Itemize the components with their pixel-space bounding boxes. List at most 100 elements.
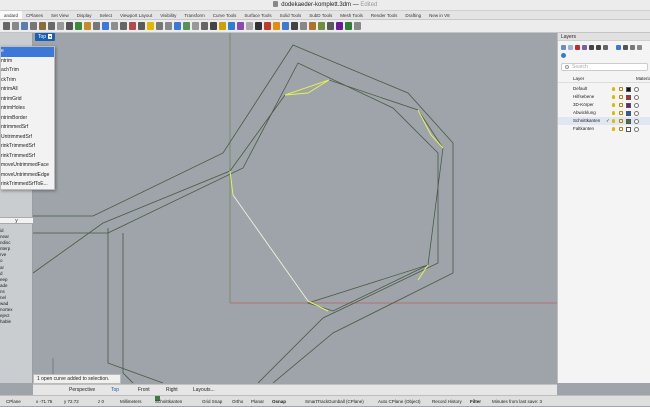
lock-icon[interactable] — [619, 127, 623, 131]
toolbar-tab[interactable]: CPlanes — [22, 11, 47, 19]
tool-icon[interactable] — [354, 22, 361, 30]
tool-icon[interactable] — [192, 22, 199, 30]
menu-item[interactable]: e — [1, 47, 54, 57]
layer-color-swatch[interactable] — [626, 102, 631, 108]
tool-icon[interactable] — [102, 22, 109, 30]
tool-icon[interactable] — [75, 22, 82, 30]
tool-icon[interactable] — [156, 22, 163, 30]
layer-row[interactable]: Faltkanten — [558, 125, 650, 133]
toolbar-tab[interactable]: Mesh Tools — [336, 11, 367, 19]
visibility-bulb-icon[interactable] — [612, 119, 615, 123]
layer-row[interactable]: Hilfsebene — [558, 93, 650, 101]
command-list-item[interactable]: hable — [0, 319, 33, 325]
tool-icon[interactable] — [336, 22, 343, 30]
toolbar-tab[interactable]: Surface Tools — [240, 11, 275, 19]
layer-color-swatch[interactable] — [626, 94, 631, 100]
status-toggle[interactable]: Auto CPlane (Object) — [378, 396, 421, 407]
tool-icon[interactable] — [210, 22, 217, 30]
help-icon[interactable] — [561, 53, 566, 58]
tool-icon[interactable] — [84, 22, 91, 30]
toolbar-tab[interactable]: Viewport Layout — [116, 11, 156, 19]
material-icon[interactable] — [634, 94, 639, 100]
tool-icon[interactable] — [318, 22, 325, 30]
layer-search-input[interactable]: Search — [561, 63, 648, 71]
tool-icon[interactable] — [147, 22, 154, 30]
cplane-label[interactable]: CPlane — [6, 396, 21, 407]
layer-row[interactable]: 3D-Körper — [558, 101, 650, 109]
more-icon[interactable] — [637, 45, 642, 50]
tool-icon[interactable] — [48, 22, 55, 30]
tool-icon[interactable] — [345, 22, 352, 30]
tool-icon[interactable] — [291, 22, 298, 30]
material-icon[interactable] — [634, 86, 639, 92]
viewport-label[interactable]: Top ▾ — [35, 33, 56, 41]
tool-icon[interactable] — [273, 22, 280, 30]
delete-layer-icon[interactable] — [575, 45, 580, 50]
tool-icon[interactable] — [327, 22, 334, 30]
visibility-bulb-icon[interactable] — [612, 103, 615, 107]
layer-row[interactable]: Schnittkanten ✓ — [558, 117, 650, 125]
toolbar-tab[interactable]: Solid Tools — [276, 11, 306, 19]
visibility-bulb-icon[interactable] — [612, 111, 615, 115]
visibility-bulb-icon[interactable] — [612, 95, 615, 99]
toolbar-tab[interactable]: Render Tools — [367, 11, 401, 19]
viewport-dropdown-icon[interactable]: ▾ — [48, 34, 53, 39]
move-up-icon[interactable] — [589, 45, 594, 50]
sort-icon[interactable] — [630, 45, 635, 50]
toolbar-tab[interactable]: New in V8 — [425, 11, 454, 19]
status-toggle[interactable]: Filter — [470, 396, 481, 407]
tool-icon[interactable] — [300, 22, 307, 30]
menu-item[interactable]: ntrimBorder — [1, 114, 54, 124]
menu-item[interactable]: rinkTrimmedSrfToE... — [1, 180, 54, 190]
tool-icon[interactable] — [66, 22, 73, 30]
tool-icon[interactable] — [30, 22, 37, 30]
status-toggle[interactable]: Ortho — [232, 396, 243, 407]
layer-color-swatch[interactable] — [626, 86, 631, 92]
tool-icon[interactable] — [129, 22, 136, 30]
lock-icon[interactable] — [619, 119, 623, 123]
tool-icon[interactable] — [309, 22, 316, 30]
status-toggle[interactable]: Gumball (CPlane) — [328, 396, 364, 407]
tool-icon[interactable] — [219, 22, 226, 30]
layer-row[interactable]: Default — [558, 85, 650, 93]
toolbar-tab[interactable]: andard — [0, 11, 23, 19]
lock-icon[interactable] — [619, 87, 623, 91]
menu-item[interactable]: moveUntrimmedFace — [1, 161, 54, 171]
tool-icon[interactable] — [39, 22, 46, 30]
tool-icon[interactable] — [111, 22, 118, 30]
lock-icon[interactable] — [619, 95, 623, 99]
units-label[interactable]: Millimeters — [120, 396, 142, 407]
toolbar-tab[interactable]: Curve Tools — [209, 11, 241, 19]
move-down-icon[interactable] — [596, 45, 601, 50]
menu-item[interactable]: rinkTrimmedSrf — [1, 152, 54, 162]
status-toggle[interactable]: SmartTrack — [305, 396, 328, 407]
layer-tools-icon[interactable] — [603, 45, 608, 50]
material-icon[interactable] — [634, 118, 639, 124]
menu-item[interactable]: ntrimGrid — [1, 95, 54, 105]
status-toggle[interactable]: Planar — [251, 396, 264, 407]
status-toggle[interactable]: Osnap — [272, 396, 286, 407]
lock-icon[interactable] — [619, 111, 623, 115]
tool-icon[interactable] — [228, 22, 235, 30]
menu-item[interactable]: ckTrim — [1, 76, 54, 86]
filter-icon[interactable] — [616, 45, 621, 50]
layer-row[interactable]: Abwicklung — [558, 109, 650, 117]
tool-icon[interactable] — [183, 22, 190, 30]
toolbar-tab[interactable]: SubD Tools — [305, 11, 336, 19]
visibility-bulb-icon[interactable] — [612, 127, 615, 131]
layer-options-icon[interactable] — [623, 45, 628, 50]
layer-color-swatch[interactable] — [626, 126, 631, 132]
tool-icon[interactable] — [12, 22, 19, 30]
tool-icon[interactable] — [246, 22, 253, 30]
menu-item[interactable]: achTrim — [1, 66, 54, 76]
toolbar-tab[interactable]: Drafting — [401, 11, 425, 19]
toolbar-tab[interactable]: Select — [95, 11, 116, 19]
selected-curve[interactable] — [232, 194, 309, 302]
toolbar-tab[interactable]: Transform — [180, 11, 208, 19]
toolbar-tab[interactable]: Visibility — [156, 11, 180, 19]
menu-item[interactable]: rinkTrimmedSrf — [1, 142, 54, 152]
menu-item[interactable]: ntrimHoles — [1, 104, 54, 114]
material-icon[interactable] — [634, 126, 639, 132]
toolbar-tab[interactable]: Set View — [47, 11, 73, 19]
visibility-bulb-icon[interactable] — [612, 87, 615, 91]
